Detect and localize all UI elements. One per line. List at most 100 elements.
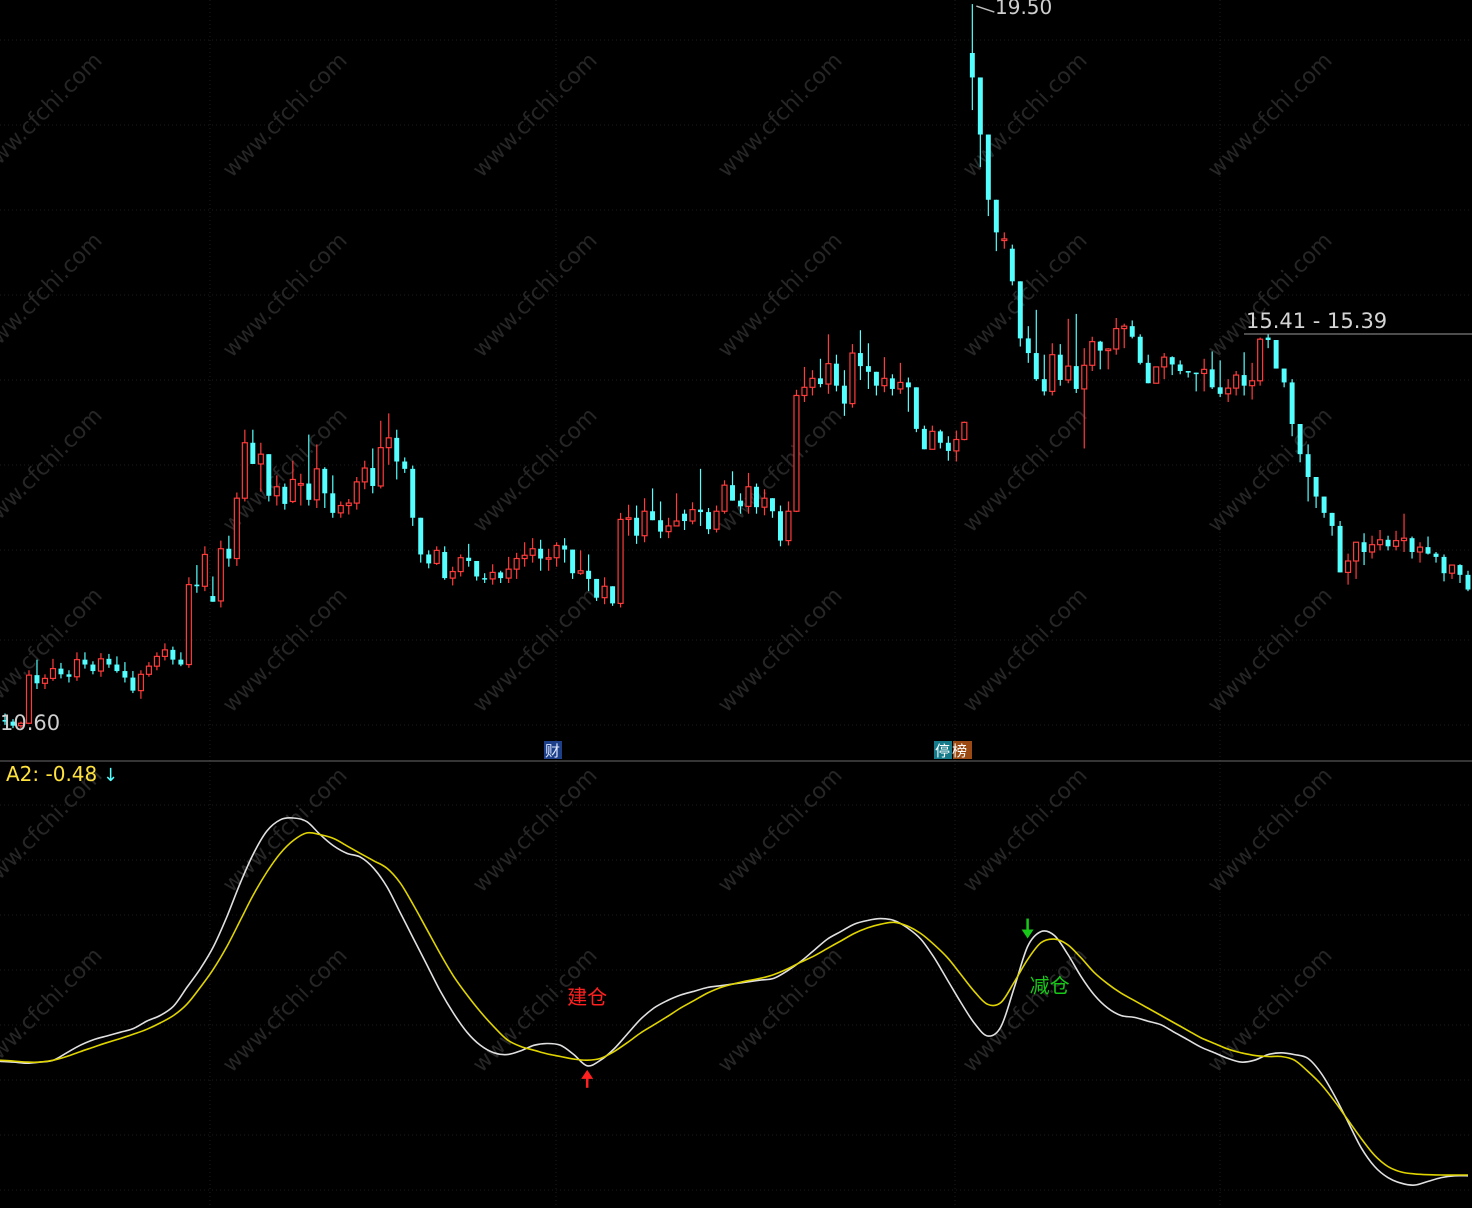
candle-body: [377, 447, 384, 487]
candle-body: [1457, 565, 1463, 575]
candle-body: [1361, 542, 1367, 553]
candle-body: [330, 493, 336, 513]
candle-body: [713, 510, 720, 530]
candle: [1137, 334, 1143, 365]
candle-body: [689, 509, 696, 522]
candle-body: [841, 385, 847, 404]
candle-body: [1201, 368, 1208, 375]
candle-body: [114, 664, 120, 672]
candle-body: [361, 467, 368, 483]
candle-body: [570, 549, 576, 574]
candle-body: [1049, 354, 1056, 392]
candle-body: [161, 649, 168, 657]
candle-body: [170, 649, 176, 660]
candle-body: [953, 438, 960, 452]
candle: [913, 387, 919, 433]
candle: [849, 344, 856, 408]
candle: [185, 577, 192, 668]
candle-body: [809, 377, 816, 388]
candle-body: [793, 394, 800, 512]
candle-body: [1376, 539, 1384, 546]
cai-marker-text: 财: [545, 742, 560, 760]
candle-body: [226, 548, 232, 559]
candle-body: [993, 199, 999, 233]
candle-body: [250, 442, 256, 464]
candle-body: [34, 675, 40, 684]
candle-body: [1313, 477, 1319, 497]
candle-body: [1433, 553, 1439, 557]
candle: [594, 578, 600, 601]
candle-body: [474, 560, 480, 577]
candle-body: [833, 363, 839, 386]
candle-body: [201, 553, 208, 587]
candle-body: [1185, 371, 1191, 373]
candle-body: [97, 658, 105, 672]
candle-body: [553, 544, 560, 559]
candle-body: [282, 486, 288, 504]
candle-body: [889, 378, 895, 389]
candle-body: [1329, 512, 1335, 526]
candle-body: [610, 586, 616, 604]
candle-body: [817, 378, 823, 385]
candle-body: [1368, 544, 1376, 553]
candle-body: [873, 371, 879, 386]
candle-body: [313, 468, 320, 501]
candle-body: [913, 387, 919, 429]
candle-body: [210, 596, 216, 602]
candle-body: [353, 481, 360, 504]
candle-body: [241, 442, 248, 499]
candle-body: [1001, 238, 1008, 242]
candle-body: [1289, 382, 1295, 424]
candle-body: [233, 497, 240, 560]
candle: [1257, 337, 1264, 386]
candle: [410, 465, 416, 526]
candle-body: [1065, 365, 1072, 381]
candle-body: [1297, 424, 1303, 455]
candle-body: [1225, 387, 1232, 395]
candle-body: [482, 578, 488, 580]
candle-body: [658, 520, 664, 532]
candle-body: [82, 659, 88, 665]
candle-body: [1385, 539, 1391, 547]
candle-body: [1089, 341, 1096, 366]
candle-body: [617, 518, 624, 604]
candle-body: [1121, 325, 1128, 330]
candle-body: [1081, 364, 1088, 390]
candle-body: [969, 53, 975, 78]
candle-body: [217, 548, 224, 602]
candle-body: [49, 668, 57, 679]
candle: [233, 492, 240, 566]
candle-body: [1441, 556, 1447, 574]
candle-body: [1097, 341, 1103, 351]
candle-body: [90, 664, 96, 672]
candle-body: [145, 665, 152, 675]
candle-body: [370, 468, 376, 486]
candle-body: [601, 585, 608, 599]
stock-chart[interactable]: www.cfchi.com www.cfchi.com www.cfchi.com w…: [0, 0, 1472, 1208]
low-price-label: 10.60: [0, 711, 60, 735]
candle-body: [345, 502, 352, 507]
candle-body: [665, 525, 672, 533]
candle-body: [673, 520, 680, 527]
candle-body: [394, 437, 400, 462]
candle: [1273, 340, 1279, 369]
candle-body: [745, 486, 752, 507]
candle: [777, 505, 783, 547]
candle-body: [418, 517, 424, 555]
candle: [1337, 521, 1343, 573]
candle-body: [1352, 541, 1360, 562]
indicator-label: A2: -0.48: [6, 762, 97, 786]
candle-body: [761, 497, 768, 508]
candle: [266, 454, 272, 502]
candle-body: [1321, 496, 1327, 513]
candle-body: [273, 486, 280, 497]
candle-body: [402, 461, 408, 469]
candle-body: [738, 500, 743, 507]
candle-body: [1425, 547, 1431, 554]
candle-body: [130, 677, 136, 691]
candle-body: [545, 557, 552, 560]
candle-body: [1409, 538, 1415, 553]
candle-body: [322, 468, 328, 494]
candle-body: [297, 482, 304, 486]
candle-body: [137, 673, 144, 692]
